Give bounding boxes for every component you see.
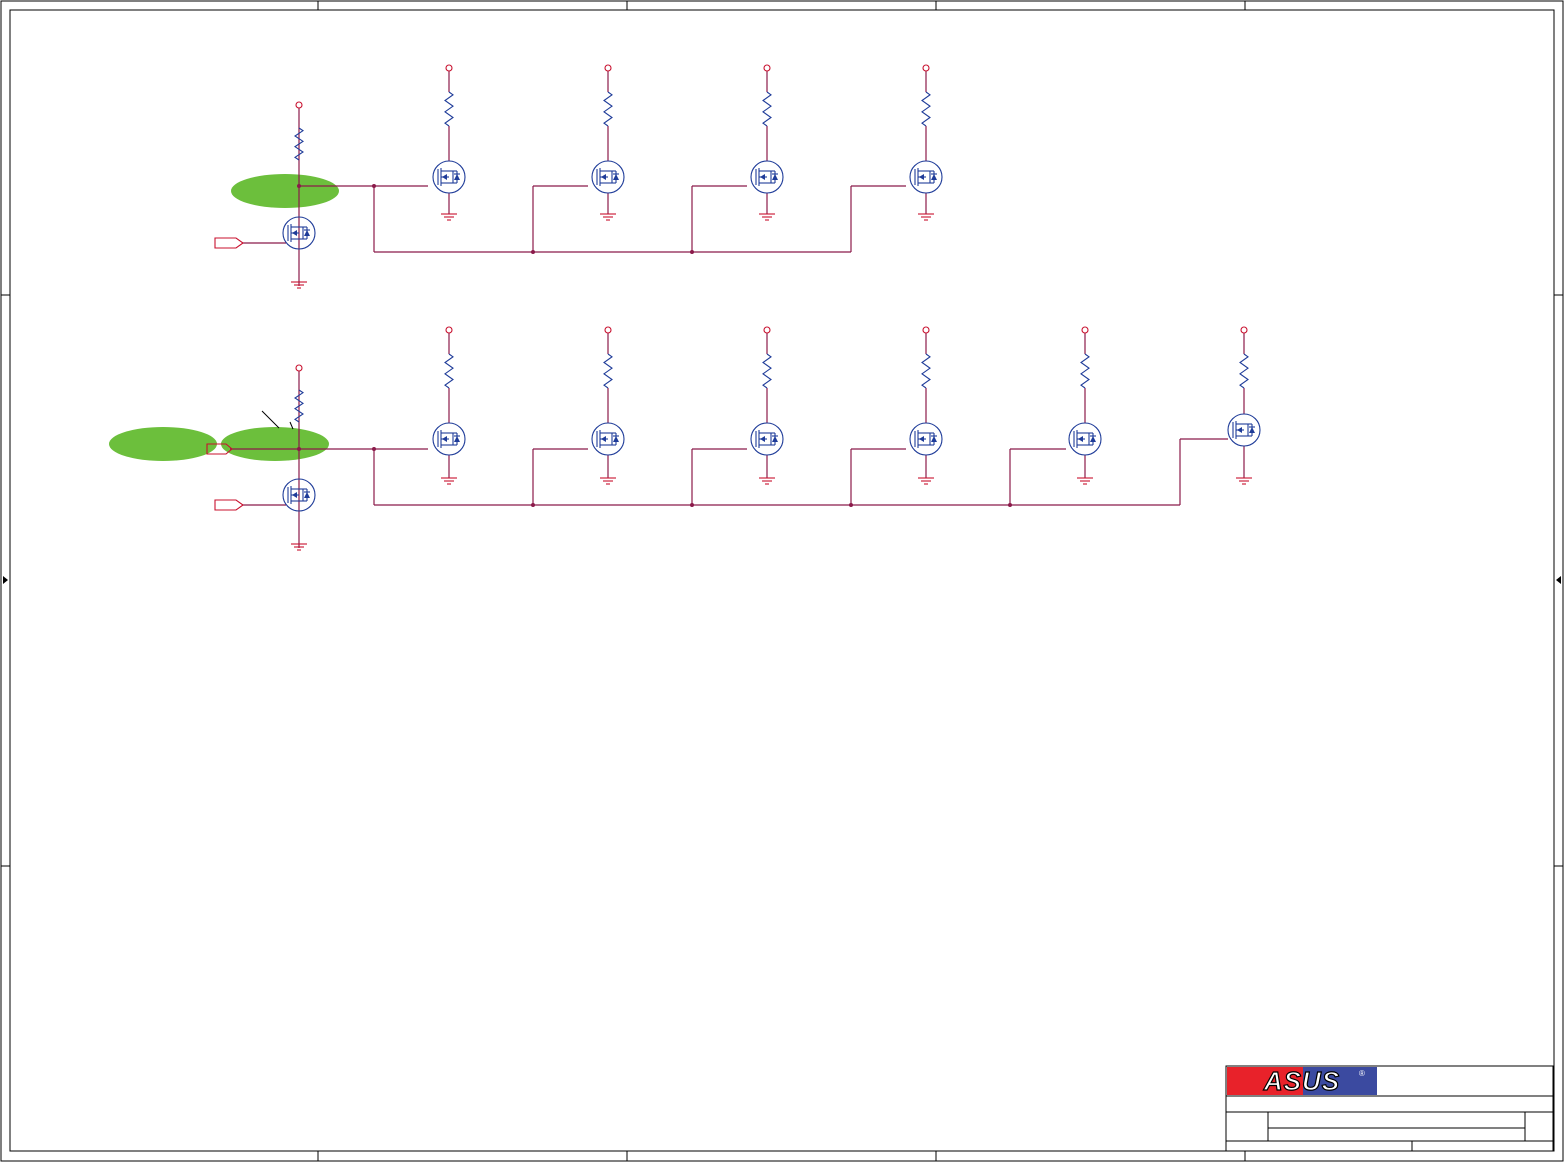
upper-driver-pullup-resistor xyxy=(294,127,304,161)
upper-mosfet-3 xyxy=(750,160,784,194)
upper-net-highlight xyxy=(231,174,339,208)
lower-mosfet-2 xyxy=(591,422,625,456)
lower-power-pin-2 xyxy=(604,326,612,334)
upper-pullup-resistor-4 xyxy=(921,91,931,127)
lower-mosfet-4 xyxy=(909,422,943,456)
lower-ground-2 xyxy=(600,477,616,485)
lower-mosfet-5 xyxy=(1068,422,1102,456)
lower-pullup-resistor-3 xyxy=(762,353,772,389)
upper-pullup-resistor-3 xyxy=(762,91,772,127)
upper-ground-2 xyxy=(600,213,616,221)
sheet-frame xyxy=(0,0,1564,1162)
lower-net-highlight xyxy=(221,427,329,461)
asus-logo-text: ASUS xyxy=(1263,1066,1340,1096)
upper-ground-4 xyxy=(918,213,934,221)
components-layer xyxy=(282,64,1261,551)
upper-mosfet-4 xyxy=(909,160,943,194)
upper-driver-power-pin xyxy=(295,101,303,109)
lower-power-pin-6 xyxy=(1240,326,1248,334)
upper-pullup-resistor-2 xyxy=(603,91,613,127)
lower-left-highlight xyxy=(109,427,217,461)
lower-pullup-resistor-5 xyxy=(1080,353,1090,389)
asus-logo: ASUS ® xyxy=(1227,1065,1377,1097)
lower-pullup-resistor-6 xyxy=(1239,353,1249,389)
upper-power-pin-2 xyxy=(604,64,612,72)
upper-ground-1 xyxy=(441,213,457,221)
lower-ground-4 xyxy=(918,477,934,485)
lower-driver-pullup-resistor xyxy=(294,389,304,423)
registered-mark: ® xyxy=(1359,1069,1365,1078)
lower-pullup-resistor-2 xyxy=(603,353,613,389)
upper-mosfet-1 xyxy=(432,160,466,194)
lower-ground-1 xyxy=(441,477,457,485)
lower-mosfet-1 xyxy=(432,422,466,456)
lower-pullup-resistor-1 xyxy=(444,353,454,389)
title-block: ASUS ® xyxy=(1225,1065,1554,1152)
lower-pullup-resistor-4 xyxy=(921,353,931,389)
schematic-sheet: ASUS ® xyxy=(0,0,1564,1162)
upper-power-pin-3 xyxy=(763,64,771,72)
lower-power-pin-1 xyxy=(445,326,453,334)
upper-power-pin-4 xyxy=(922,64,930,72)
lower-mosfet-6 xyxy=(1227,413,1261,447)
lower-ground-3 xyxy=(759,477,775,485)
lower-power-pin-5 xyxy=(1081,326,1089,334)
lower-power-pin-3 xyxy=(763,326,771,334)
upper-ground-3 xyxy=(759,213,775,221)
lower-mosfet-3 xyxy=(750,422,784,456)
upper-pullup-resistor-1 xyxy=(444,91,454,127)
lower-power-pin-4 xyxy=(922,326,930,334)
lower-driver-power-pin xyxy=(295,364,303,372)
upper-mosfet-2 xyxy=(591,160,625,194)
lower-ground-5 xyxy=(1077,477,1093,485)
upper-power-pin-1 xyxy=(445,64,453,72)
lower-driver-stage xyxy=(206,371,1228,548)
lower-ground-6 xyxy=(1236,477,1252,485)
